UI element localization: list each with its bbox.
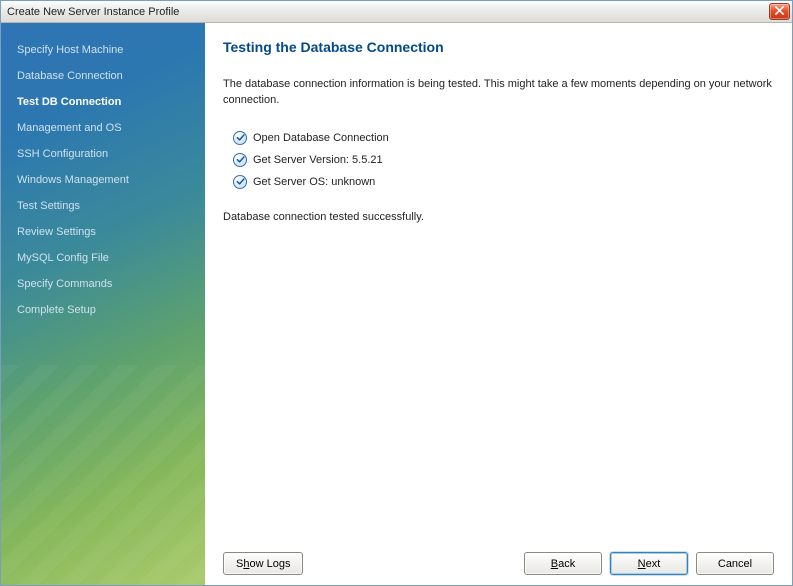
back-button[interactable]: Back — [524, 552, 602, 575]
check-success-icon — [233, 153, 247, 167]
check-label: Get Server Version: 5.5.21 — [253, 154, 383, 166]
result-text: Database connection tested successfully. — [223, 211, 774, 223]
page-heading: Testing the Database Connection — [223, 39, 774, 55]
sidebar-item-test-settings[interactable]: Test Settings — [1, 193, 205, 219]
sidebar-item-complete-setup[interactable]: Complete Setup — [1, 297, 205, 323]
wizard-window: Create New Server Instance Profile Speci… — [0, 0, 793, 586]
check-list: Open Database Connection Get Server Vers… — [233, 127, 774, 193]
sidebar-item-review-settings[interactable]: Review Settings — [1, 219, 205, 245]
sidebar-item-db-connection[interactable]: Database Connection — [1, 63, 205, 89]
sidebar-item-label: Test DB Connection — [17, 96, 121, 108]
check-row: Open Database Connection — [233, 127, 774, 149]
sidebar-item-specify-commands[interactable]: Specify Commands — [1, 271, 205, 297]
sidebar-item-label: Specify Host Machine — [17, 44, 123, 56]
sidebar-item-label: Complete Setup — [17, 304, 96, 316]
window-body: Specify Host Machine Database Connection… — [1, 23, 792, 585]
sidebar-item-windows-mgmt[interactable]: Windows Management — [1, 167, 205, 193]
sidebar-item-label: MySQL Config File — [17, 252, 109, 264]
sidebar-item-specify-host[interactable]: Specify Host Machine — [1, 37, 205, 63]
sidebar-item-ssh-config[interactable]: SSH Configuration — [1, 141, 205, 167]
check-label: Get Server OS: unknown — [253, 176, 375, 188]
sidebar-item-management-os[interactable]: Management and OS — [1, 115, 205, 141]
show-logs-button[interactable]: Show Logs — [223, 552, 303, 575]
check-row: Get Server Version: 5.5.21 — [233, 149, 774, 171]
sidebar-item-label: Specify Commands — [17, 278, 112, 290]
close-button[interactable] — [769, 3, 790, 20]
titlebar: Create New Server Instance Profile — [1, 1, 792, 23]
page-description: The database connection information is b… — [223, 77, 774, 109]
wizard-content: Testing the Database Connection The data… — [205, 23, 792, 585]
sidebar-item-mysql-config[interactable]: MySQL Config File — [1, 245, 205, 271]
sidebar-item-label: Review Settings — [17, 226, 96, 238]
sidebar-item-label: SSH Configuration — [17, 148, 108, 160]
sidebar-item-test-db[interactable]: Test DB Connection — [1, 89, 205, 115]
footer: Show Logs Back Next Cancel — [223, 544, 774, 575]
window-title: Create New Server Instance Profile — [7, 6, 769, 18]
next-button[interactable]: Next — [610, 552, 688, 575]
check-success-icon — [233, 131, 247, 145]
cancel-button[interactable]: Cancel — [696, 552, 774, 575]
wizard-sidebar: Specify Host Machine Database Connection… — [1, 23, 205, 585]
check-row: Get Server OS: unknown — [233, 171, 774, 193]
sidebar-item-label: Management and OS — [17, 122, 122, 134]
sidebar-item-label: Test Settings — [17, 200, 80, 212]
check-success-icon — [233, 175, 247, 189]
close-icon — [775, 6, 784, 18]
sidebar-item-label: Windows Management — [17, 174, 129, 186]
check-label: Open Database Connection — [253, 132, 389, 144]
sidebar-item-label: Database Connection — [17, 70, 123, 82]
spacer — [223, 223, 774, 544]
